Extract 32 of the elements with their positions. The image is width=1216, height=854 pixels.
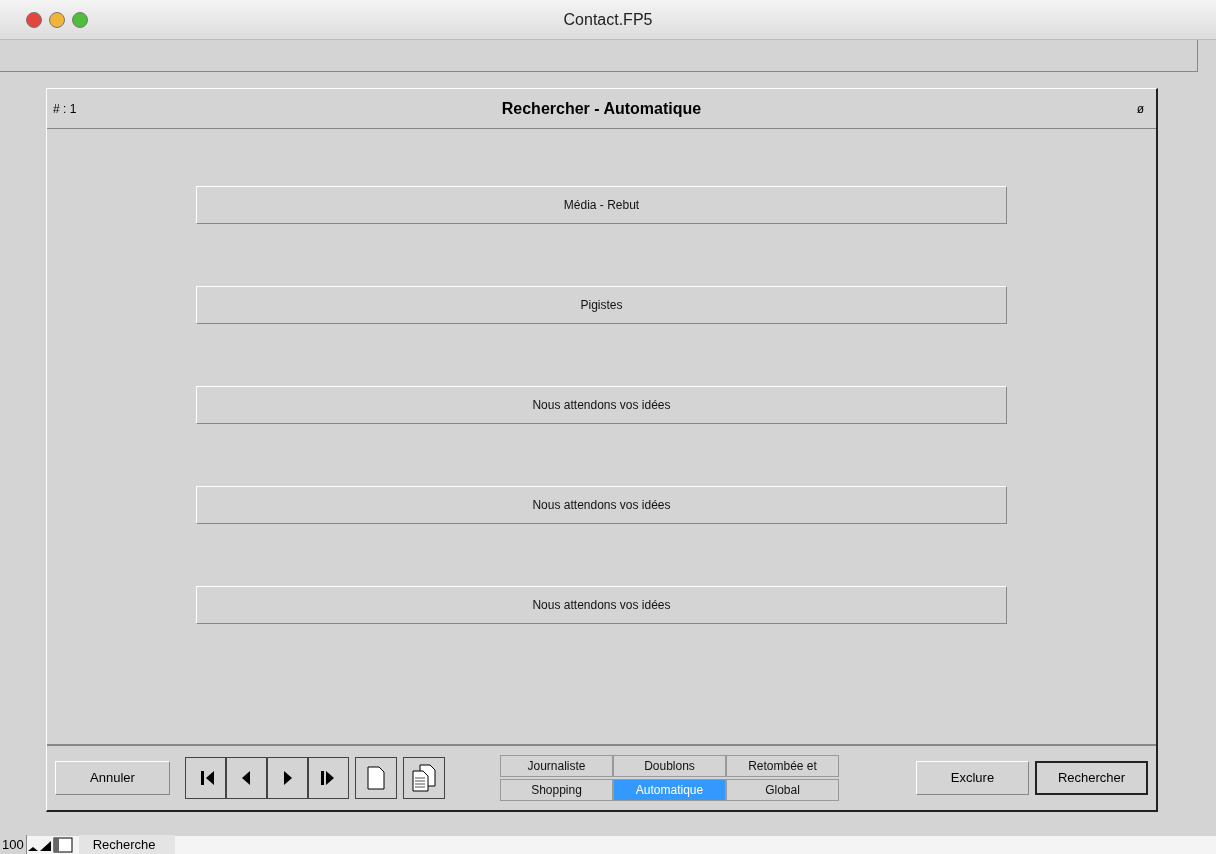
duplicate-record-button[interactable]: [403, 757, 445, 799]
exclude-button[interactable]: Exclure: [916, 761, 1029, 795]
record-number: # : 1: [53, 100, 78, 118]
script-button[interactable]: Pigistes: [196, 286, 1007, 324]
layout-tab[interactable]: Doublons: [613, 755, 726, 777]
window-control-icon[interactable]: [26, 11, 42, 28]
layout-tab[interactable]: Retombée et: [726, 755, 839, 777]
cancel-button[interactable]: Annuler: [55, 761, 170, 795]
window-control-icon[interactable]: [49, 11, 65, 28]
status-mark: ø: [1135, 100, 1145, 118]
window-control-icon[interactable]: [72, 11, 88, 28]
zoom-level[interactable]: 100: [0, 835, 27, 854]
layout-tab[interactable]: Global: [726, 779, 839, 801]
script-button[interactable]: Nous attendons vos idées: [196, 486, 1007, 524]
script-button[interactable]: Nous attendons vos idées: [196, 386, 1007, 424]
zoom-icon[interactable]: [26, 838, 53, 852]
script-button[interactable]: Média - Rebut: [196, 186, 1007, 224]
script-button[interactable]: Nous attendons vos idées: [196, 586, 1007, 624]
last-record-button[interactable]: [308, 757, 349, 799]
find-button[interactable]: Rechercher: [1035, 761, 1148, 795]
layout-tab[interactable]: Journaliste: [500, 755, 613, 777]
first-record-button[interactable]: [185, 757, 226, 799]
blank-page-icon: [367, 766, 385, 790]
copy-pages-icon: [412, 764, 436, 792]
status-area-icon[interactable]: [52, 837, 73, 853]
mode-label: Recherche: [78, 835, 175, 854]
previous-record-button[interactable]: [226, 757, 267, 799]
next-record-button[interactable]: [267, 757, 308, 799]
layout-tab[interactable]: Shopping: [500, 779, 613, 801]
window-title: Contact.FP5: [563, 9, 653, 30]
new-record-button[interactable]: [355, 757, 397, 799]
layout-title: Rechercher - Automatique: [500, 98, 703, 119]
